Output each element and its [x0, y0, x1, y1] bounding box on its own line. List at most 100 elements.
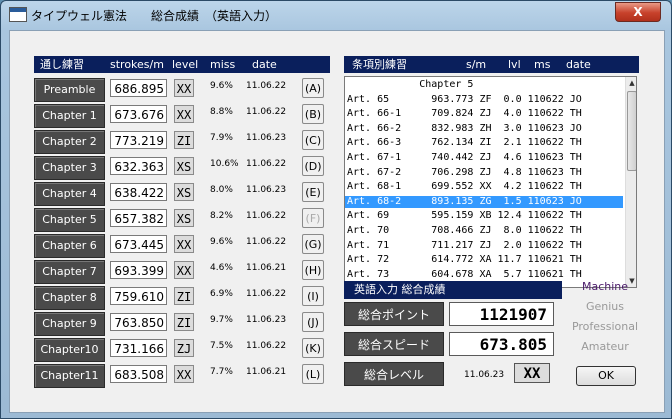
total-points-label: 総合ポイント	[344, 302, 444, 326]
practice-row: Chapter10 731.166 ZJ 7.5% 11.06.22 (K)	[34, 338, 338, 362]
practice-row: Chapter 1 673.676 XX 8.8% 11.06.22 (B)	[34, 104, 338, 128]
strokes-value: 683.508	[110, 365, 167, 383]
strokes-value: 759.610	[110, 287, 167, 305]
practice-row: Chapter 4 638.422 XS 8.0% 11.06.23 (E)	[34, 182, 338, 206]
scroll-up-icon[interactable]: ▲	[626, 77, 636, 89]
list-item[interactable]: Art. 66-3 762.134 ZI 2.1 110622 TH	[345, 137, 623, 149]
shortcut-key-button[interactable]: (L)	[302, 364, 324, 384]
article-practice-header: 条項別練習 s/m lvl ms date	[344, 56, 639, 73]
window-title: タイプウェル憲法 総合成績 （英語入力）	[31, 9, 278, 23]
level-badge: XX	[174, 261, 194, 279]
scroll-thumb[interactable]	[627, 91, 636, 171]
list-item[interactable]: Art. 66-1 709.824 ZJ 4.0 110622 TH	[345, 108, 623, 120]
practice-button[interactable]: Chapter10	[34, 338, 105, 362]
practice-button[interactable]: Chapter 6	[34, 234, 105, 258]
practice-row: Chapter 7 693.399 XX 4.6% 11.06.21 (H)	[34, 260, 338, 284]
miss-rate: 6.9%	[210, 289, 233, 299]
level-badge: XS	[174, 183, 194, 201]
list-item-selected[interactable]: Art. 68-2 893.135 ZG 1.5 110623 JO	[345, 195, 623, 208]
header-practice: 通し練習	[40, 58, 84, 71]
list-item[interactable]: Art. 69 595.159 XB 12.4 110622 TH	[345, 210, 623, 222]
list-item[interactable]: Art. 71 711.217 ZJ 2.0 110622 TH	[345, 240, 623, 252]
miss-rate: 8.8%	[210, 107, 233, 117]
practice-row: Chapter 6 673.445 XX 9.6% 11.06.22 (G)	[34, 234, 338, 258]
practice-button[interactable]: Chapter 4	[34, 182, 105, 206]
row-date: 11.06.21	[246, 263, 287, 273]
miss-rate: 9.6%	[210, 237, 233, 247]
level-badge: XX	[174, 235, 194, 253]
rank-genius: Genius	[585, 300, 625, 313]
practice-button[interactable]: Chapter 5	[34, 208, 105, 232]
row-date: 11.06.22	[246, 159, 287, 169]
strokes-value: 763.850	[110, 313, 167, 331]
header-list-date: date	[566, 58, 591, 71]
level-badge: ZI	[174, 313, 194, 331]
practice-button[interactable]: Chapter 9	[34, 312, 105, 336]
practice-row: Chapter 2 773.219 ZI 7.9% 11.06.23 (C)	[34, 130, 338, 154]
practice-button[interactable]: Chapter 8	[34, 286, 105, 310]
miss-rate: 7.5%	[210, 341, 233, 351]
list-item[interactable]: Art. 66-2 832.983 ZH 3.0 110623 JO	[345, 123, 623, 135]
list-item[interactable]: Art. 73 604.678 XA 5.7 110621 TH	[345, 269, 623, 281]
level-badge: XX	[174, 105, 194, 123]
ok-button[interactable]: OK	[576, 366, 636, 386]
title-bar: タイプウェル憲法 総合成績 （英語入力） X	[1, 1, 671, 29]
practice-button[interactable]: Preamble	[34, 78, 105, 102]
practice-button[interactable]: Chapter 2	[34, 130, 105, 154]
row-date: 11.06.22	[246, 289, 287, 299]
shortcut-key-button[interactable]: (I)	[302, 286, 324, 306]
list-item[interactable]: Art. 68-1 699.552 XX 4.2 110622 TH	[345, 181, 623, 193]
row-date: 11.06.23	[246, 315, 287, 325]
row-date: 11.06.22	[246, 81, 287, 91]
level-badge: XS	[174, 157, 194, 175]
practice-row: Chapter 9 763.850 ZI 9.7% 11.06.23 (J)	[34, 312, 338, 336]
level-badge: XS	[174, 209, 194, 227]
strokes-value: 693.399	[110, 261, 167, 279]
strokes-value: 686.895	[110, 79, 167, 97]
rank-professional: Professional	[571, 320, 639, 333]
strokes-value: 673.676	[110, 105, 167, 123]
header-miss: miss	[210, 58, 236, 71]
shortcut-key-button[interactable]: (A)	[302, 78, 324, 98]
list-item[interactable]: Art. 67-2 706.298 ZJ 4.8 110623 TH	[345, 167, 623, 179]
shortcut-key-button[interactable]: (H)	[302, 260, 324, 280]
practice-button[interactable]: Chapter11	[34, 364, 105, 388]
close-button[interactable]: X	[615, 2, 661, 22]
list-item[interactable]: Art. 67-1 740.442 ZJ 4.6 110623 TH	[345, 152, 623, 164]
shortcut-key-button[interactable]: (E)	[302, 182, 324, 202]
miss-rate: 10.6%	[210, 159, 239, 169]
practice-button[interactable]: Chapter 3	[34, 156, 105, 180]
list-scrollbar[interactable]: ▲ ▼	[625, 77, 636, 287]
rank-amateur: Amateur	[581, 340, 629, 353]
practice-button[interactable]: Chapter 1	[34, 104, 105, 128]
sequential-practice-header: 通し練習 strokes/m level miss date	[34, 56, 330, 73]
list-item[interactable]: Art. 70 708.466 ZJ 8.0 110622 TH	[345, 225, 623, 237]
row-date: 11.06.22	[246, 237, 287, 247]
row-date: 11.06.22	[246, 341, 287, 351]
shortcut-key-button[interactable]: (G)	[302, 234, 324, 254]
shortcut-key-button: (F)	[302, 208, 324, 228]
miss-rate: 8.0%	[210, 185, 233, 195]
list-item[interactable]: Art. 72 614.772 XA 11.7 110621 TH	[345, 254, 623, 266]
level-badge: ZJ	[174, 339, 194, 357]
miss-rate: 7.7%	[210, 367, 233, 377]
header-sm: s/m	[466, 58, 487, 71]
level-badge: ZI	[174, 131, 194, 149]
header-article-practice: 条項別練習	[352, 58, 407, 71]
strokes-value: 657.382	[110, 209, 167, 227]
strokes-value: 673.445	[110, 235, 167, 253]
shortcut-key-button[interactable]: (C)	[302, 130, 324, 150]
shortcut-key-button[interactable]: (D)	[302, 156, 324, 176]
list-item[interactable]: Chapter 5	[345, 79, 623, 91]
article-list[interactable]: Chapter 5 Art. 65 963.773 ZF 0.0 110622 J…	[344, 76, 637, 288]
list-item[interactable]: Art. 65 963.773 ZF 0.0 110622 JO	[345, 94, 623, 106]
practice-row: Chapter 8 759.610 ZI 6.9% 11.06.22 (I)	[34, 286, 338, 310]
rank-machine: Machine	[581, 280, 629, 293]
shortcut-key-button[interactable]: (J)	[302, 312, 324, 332]
miss-rate: 9.6%	[210, 81, 233, 91]
miss-rate: 7.9%	[210, 133, 233, 143]
header-ms: ms	[534, 58, 551, 71]
practice-button[interactable]: Chapter 7	[34, 260, 105, 284]
shortcut-key-button[interactable]: (K)	[302, 338, 324, 358]
shortcut-key-button[interactable]: (B)	[302, 104, 324, 124]
